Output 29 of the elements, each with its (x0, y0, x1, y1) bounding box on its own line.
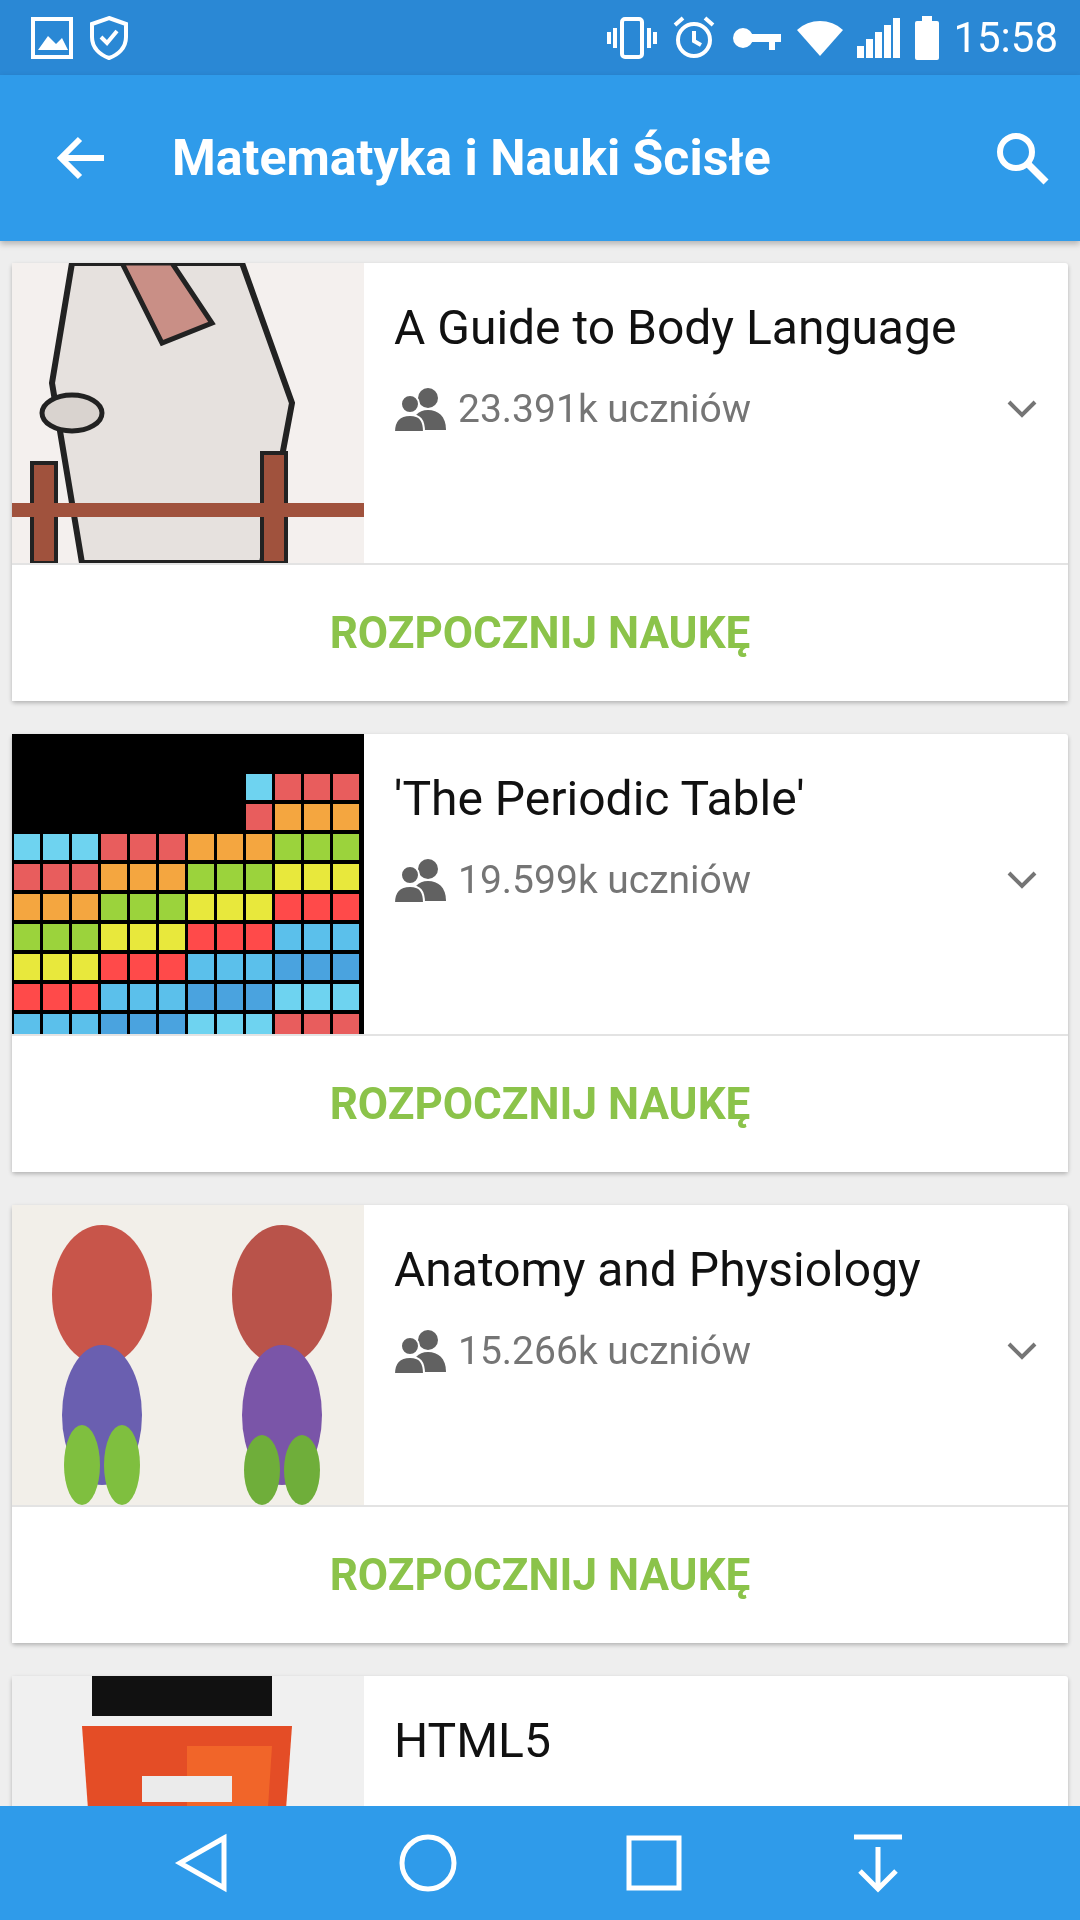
people-icon (394, 386, 446, 432)
image-icon (30, 15, 74, 60)
learner-count: 23.391k uczniów (458, 386, 753, 432)
course-card[interactable]: Anatomy and Physiology 15.266k uczniów ROZPOCZNIJ NAUKĘ (12, 1205, 1068, 1643)
course-title: 'The Periodic Table' (394, 770, 806, 827)
home-circle-icon[interactable] (398, 1833, 458, 1893)
recents-square-icon[interactable] (626, 1835, 682, 1891)
course-card[interactable]: HTML5 (12, 1676, 1068, 1806)
course-card[interactable]: 'The Periodic Table' 19.599k uczniów ROZPOCZNIJ NAUKĘ (12, 734, 1068, 1172)
back-arrow-icon[interactable] (56, 135, 106, 181)
search-icon[interactable] (994, 130, 1050, 186)
learner-count: 19.599k uczniów (458, 857, 753, 903)
people-icon (394, 857, 446, 903)
vibrate-icon (607, 15, 658, 60)
course-title: HTML5 (394, 1712, 552, 1769)
course-card[interactable]: A Guide to Body Language 23.391k uczniów ROZPOCZNIJ NAUKĘ (12, 263, 1068, 701)
back-triangle-icon[interactable] (174, 1833, 230, 1893)
signal-icon (857, 17, 902, 58)
shield-icon (88, 14, 130, 61)
people-icon (394, 1328, 446, 1374)
learner-count: 15.266k uczniów (458, 1328, 753, 1374)
chevron-down-icon[interactable] (1006, 399, 1038, 419)
chevron-down-icon[interactable] (1006, 870, 1038, 890)
course-title: Anatomy and Physiology (394, 1241, 922, 1298)
chevron-down-icon[interactable] (1006, 1341, 1038, 1361)
screen-title: Matematyka i Nauki Ścisłe (172, 129, 772, 187)
battery-icon (915, 15, 940, 60)
course-title: A Guide to Body Language (394, 299, 958, 356)
clock-time: 15:58 (953, 13, 1058, 62)
